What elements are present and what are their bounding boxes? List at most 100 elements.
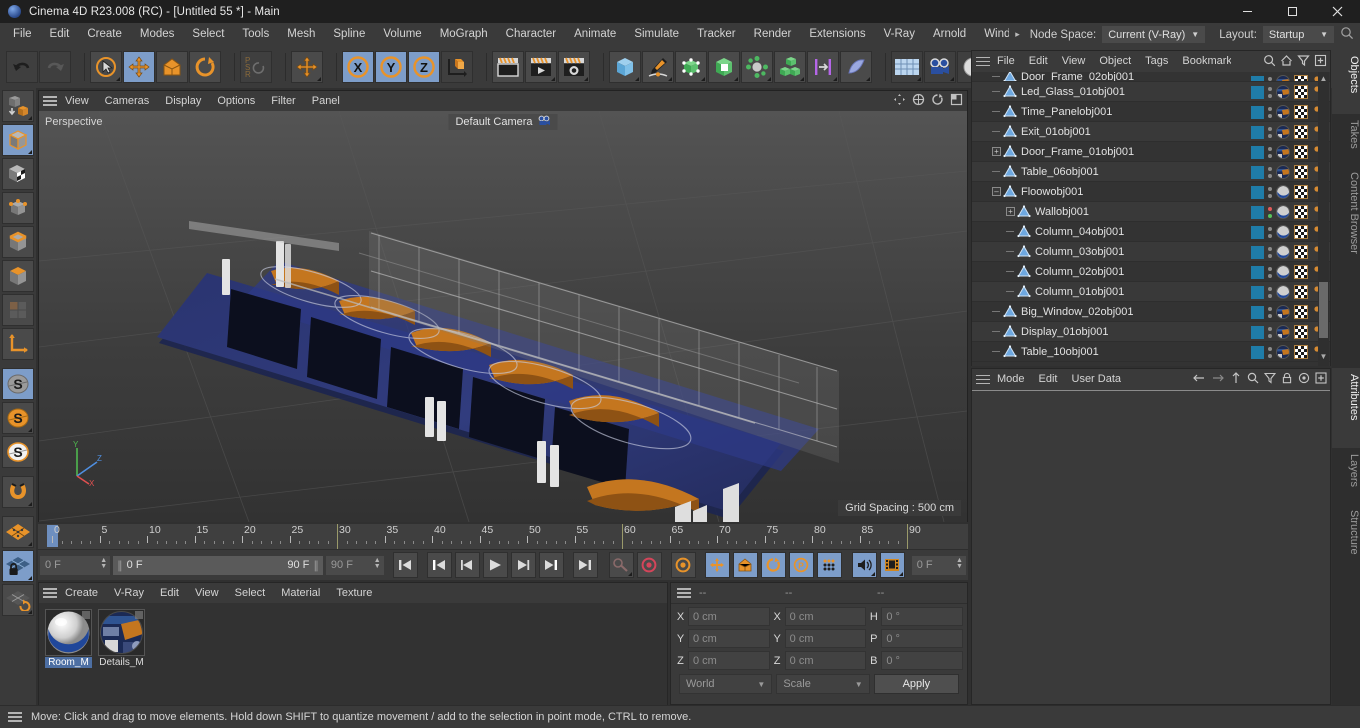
menu-spline[interactable]: Spline xyxy=(324,23,374,46)
coordinates-menu-icon[interactable] xyxy=(677,586,691,600)
layer-color-tag[interactable] xyxy=(1251,145,1264,159)
world-object-coordinates[interactable] xyxy=(441,51,473,83)
material-tag-icon[interactable] xyxy=(1276,145,1290,159)
table-row[interactable]: Display_01obj001 xyxy=(972,322,1330,342)
material-tag-icon[interactable] xyxy=(1276,125,1290,139)
menu-render[interactable]: Render xyxy=(745,23,801,46)
menu-modes[interactable]: Modes xyxy=(131,23,184,46)
uv-tag-icon[interactable] xyxy=(1294,205,1308,219)
uv-tag-icon[interactable] xyxy=(1294,85,1308,99)
material-tag-icon[interactable] xyxy=(1276,165,1290,179)
material-menu-view[interactable]: View xyxy=(187,583,227,603)
visibility-dots[interactable] xyxy=(1268,86,1272,98)
object-tree-list[interactable]: Door_Frame_02obj001 Led_Glass_01obj001 Tim… xyxy=(972,72,1330,366)
render-visibility-dot[interactable] xyxy=(1268,333,1272,338)
visibility-dots[interactable] xyxy=(1268,226,1272,238)
material-tag-icon[interactable] xyxy=(1276,205,1290,219)
menu-create[interactable]: Create xyxy=(78,23,131,46)
coord-size-z-input[interactable]: 0 cm xyxy=(784,651,867,670)
render-visibility-dot[interactable] xyxy=(1268,193,1272,198)
material-tag-icon[interactable] xyxy=(1276,245,1290,259)
next-key-button[interactable] xyxy=(538,552,564,578)
make-editable-button[interactable] xyxy=(2,90,34,122)
material-tag-icon[interactable] xyxy=(1276,105,1290,119)
scroll-up-arrow-icon[interactable]: ▲ xyxy=(1319,74,1328,86)
visibility-dots[interactable] xyxy=(1268,326,1272,338)
editor-visibility-dot[interactable] xyxy=(1268,266,1272,271)
material-tag-icon[interactable] xyxy=(1276,225,1290,239)
coord-pos-y-input[interactable]: 0 cm xyxy=(688,629,770,648)
stepper-icon[interactable]: ▲ ▼ xyxy=(374,557,381,570)
coord-rot-b-input[interactable]: 0 ° xyxy=(881,651,964,670)
z-axis-lock[interactable]: Z xyxy=(408,51,440,83)
layout-dropdown[interactable]: Startup ▼ xyxy=(1262,26,1334,43)
keyframe-settings-button[interactable] xyxy=(670,552,696,578)
layer-color-tag[interactable] xyxy=(1251,85,1264,99)
home-icon[interactable] xyxy=(1280,54,1293,70)
editor-visibility-dot[interactable] xyxy=(1268,146,1272,151)
axis-mode-button[interactable] xyxy=(2,328,34,360)
table-row[interactable]: – Floowobj001 xyxy=(972,182,1330,202)
film-button[interactable] xyxy=(879,552,905,578)
go-to-start-button[interactable] xyxy=(392,552,418,578)
search-icon[interactable] xyxy=(1340,26,1354,43)
current-frame-field[interactable]: 0 F ▲ ▼ xyxy=(40,555,111,575)
uv-tag-icon[interactable] xyxy=(1294,225,1308,239)
room-material-sphere[interactable] xyxy=(45,609,92,656)
object-manager-scrollbar[interactable]: ▲ ▼ xyxy=(1318,72,1329,366)
table-row[interactable]: Led_Glass_01obj001 xyxy=(972,82,1330,102)
menu-tracker[interactable]: Tracker xyxy=(688,23,745,46)
record-button[interactable] xyxy=(636,552,662,578)
menu-mesh[interactable]: Mesh xyxy=(278,23,324,46)
menu-character[interactable]: Character xyxy=(497,23,566,46)
add-icon[interactable] xyxy=(1314,54,1327,70)
menu-volume[interactable]: Volume xyxy=(374,23,430,46)
menu-select[interactable]: Select xyxy=(183,23,233,46)
render-visibility-dot[interactable] xyxy=(1268,273,1272,278)
record-rotation-button[interactable] xyxy=(760,552,786,578)
max-frame-field[interactable]: 90 F ▲ ▼ xyxy=(325,555,384,575)
point-level-animation-button[interactable] xyxy=(816,552,842,578)
step-forward-button[interactable] xyxy=(510,552,536,578)
redo-button[interactable] xyxy=(39,51,71,83)
lock-workplane-button[interactable] xyxy=(2,550,34,582)
expand-icon[interactable]: + xyxy=(1006,207,1015,216)
editor-visibility-dot[interactable] xyxy=(1268,246,1272,251)
record-position-button[interactable] xyxy=(704,552,730,578)
stepper-icon[interactable]: ▲ ▼ xyxy=(956,557,963,570)
visibility-dots[interactable] xyxy=(1268,186,1272,198)
editor-visibility-dot[interactable] xyxy=(1268,126,1272,131)
coord-pos-z-input[interactable]: 0 cm xyxy=(688,651,770,670)
record-scale-button[interactable] xyxy=(732,552,758,578)
close-button[interactable] xyxy=(1315,0,1360,23)
material-menu-vray[interactable]: V-Ray xyxy=(106,583,152,603)
move-duplicate-tool[interactable] xyxy=(291,51,323,83)
menu-simulate[interactable]: Simulate xyxy=(625,23,688,46)
table-row[interactable]: Column_03obj001 xyxy=(972,242,1330,262)
render-region-button[interactable] xyxy=(525,51,557,83)
visibility-dots[interactable] xyxy=(1268,346,1272,358)
render-visibility-dot[interactable] xyxy=(1268,293,1272,298)
range-grip-left-icon[interactable]: ∥ xyxy=(117,559,123,572)
uv-tag-icon[interactable] xyxy=(1294,105,1308,119)
lock-icon[interactable] xyxy=(1281,372,1293,387)
spline-pen-button[interactable] xyxy=(642,51,674,83)
editor-visibility-dot[interactable] xyxy=(1268,286,1272,291)
material-menu-select[interactable]: Select xyxy=(227,583,274,603)
visibility-dots[interactable] xyxy=(1268,166,1272,178)
menu-mograph[interactable]: MoGraph xyxy=(431,23,497,46)
material-tag-icon[interactable] xyxy=(1276,85,1290,99)
table-row[interactable]: Column_01obj001 xyxy=(972,282,1330,302)
viewport-menu-icon[interactable] xyxy=(43,94,57,108)
table-row[interactable]: Column_04obj001 xyxy=(972,222,1330,242)
editor-visibility-dot[interactable] xyxy=(1268,306,1272,311)
target-icon[interactable] xyxy=(1298,372,1310,387)
render-settings-button[interactable] xyxy=(558,51,590,83)
move-tool[interactable] xyxy=(123,51,155,83)
table-row[interactable]: Time_Panelobj001 xyxy=(972,102,1330,122)
material-tag-icon[interactable] xyxy=(1276,345,1290,359)
expand-icon[interactable]: + xyxy=(992,147,1001,156)
editor-visibility-dot[interactable] xyxy=(1268,326,1272,331)
coord-rot-h-input[interactable]: 0 ° xyxy=(881,607,964,626)
object-menu-view[interactable]: View xyxy=(1055,51,1093,72)
